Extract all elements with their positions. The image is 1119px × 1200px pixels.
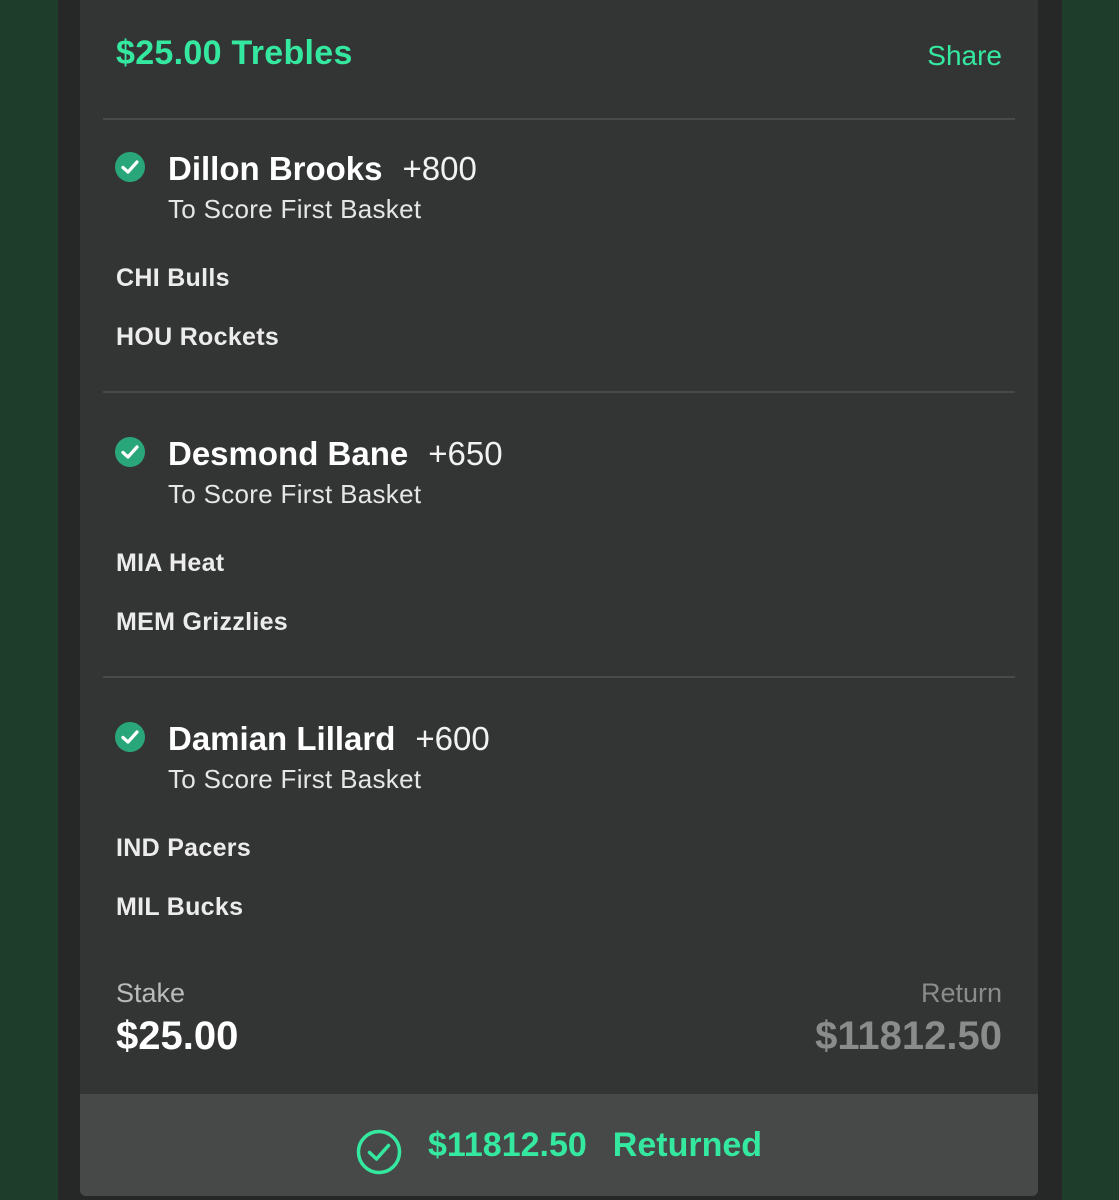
- team-name: MEM Grizzlies: [116, 608, 288, 636]
- bet-title: $25.00 Trebles: [116, 34, 353, 72]
- stake-value: $25.00: [116, 1014, 239, 1058]
- selection-title: Desmond Bane +650: [168, 435, 503, 473]
- team-name: HOU Rockets: [116, 323, 280, 351]
- check-circle-icon: [115, 152, 145, 182]
- check-circle-icon: [115, 437, 145, 467]
- check-circle-icon: [115, 722, 145, 752]
- team-name: MIA Heat: [116, 549, 225, 577]
- selection-title: Dillon Brooks +800: [168, 150, 477, 188]
- player-name: Damian Lillard: [168, 720, 396, 757]
- returned-amount: $11812.50: [427, 1125, 587, 1164]
- divider: [103, 676, 1015, 678]
- check-circle-outline-icon: [356, 1129, 402, 1175]
- team-name: MIL Bucks: [116, 893, 244, 921]
- selection-item: Dillon Brooks +800 To Score First Basket …: [80, 120, 1038, 390]
- market-name: To Score First Basket: [168, 764, 422, 794]
- returned-label: Returned: [612, 1125, 763, 1164]
- share-button[interactable]: Share: [927, 40, 1002, 72]
- odds: +800: [402, 150, 477, 187]
- market-name: To Score First Basket: [168, 479, 422, 509]
- stake-label: Stake: [116, 978, 186, 1008]
- player-name: Dillon Brooks: [168, 150, 383, 187]
- selection-title: Damian Lillard +600: [168, 720, 490, 758]
- market-name: To Score First Basket: [168, 194, 422, 224]
- team-name: IND Pacers: [116, 834, 252, 862]
- return-value: $11812.50: [815, 1014, 1002, 1058]
- bet-header: $25.00 Trebles Share: [80, 0, 1038, 118]
- return-label: Return: [920, 978, 1002, 1008]
- bet-card: $25.00 Trebles Share Dillon Brooks +800 T…: [80, 0, 1038, 1196]
- returned-content: $11812.50 Returned: [80, 1094, 1038, 1196]
- divider: [103, 391, 1015, 393]
- selection-item: Desmond Bane +650 To Score First Basket M…: [80, 405, 1038, 675]
- team-name: CHI Bulls: [116, 264, 230, 292]
- returned-banner: $11812.50 Returned: [80, 1094, 1038, 1196]
- odds: +650: [428, 435, 503, 472]
- odds: +600: [415, 720, 490, 757]
- player-name: Desmond Bane: [168, 435, 409, 472]
- selection-item: Damian Lillard +600 To Score First Basket…: [80, 690, 1038, 960]
